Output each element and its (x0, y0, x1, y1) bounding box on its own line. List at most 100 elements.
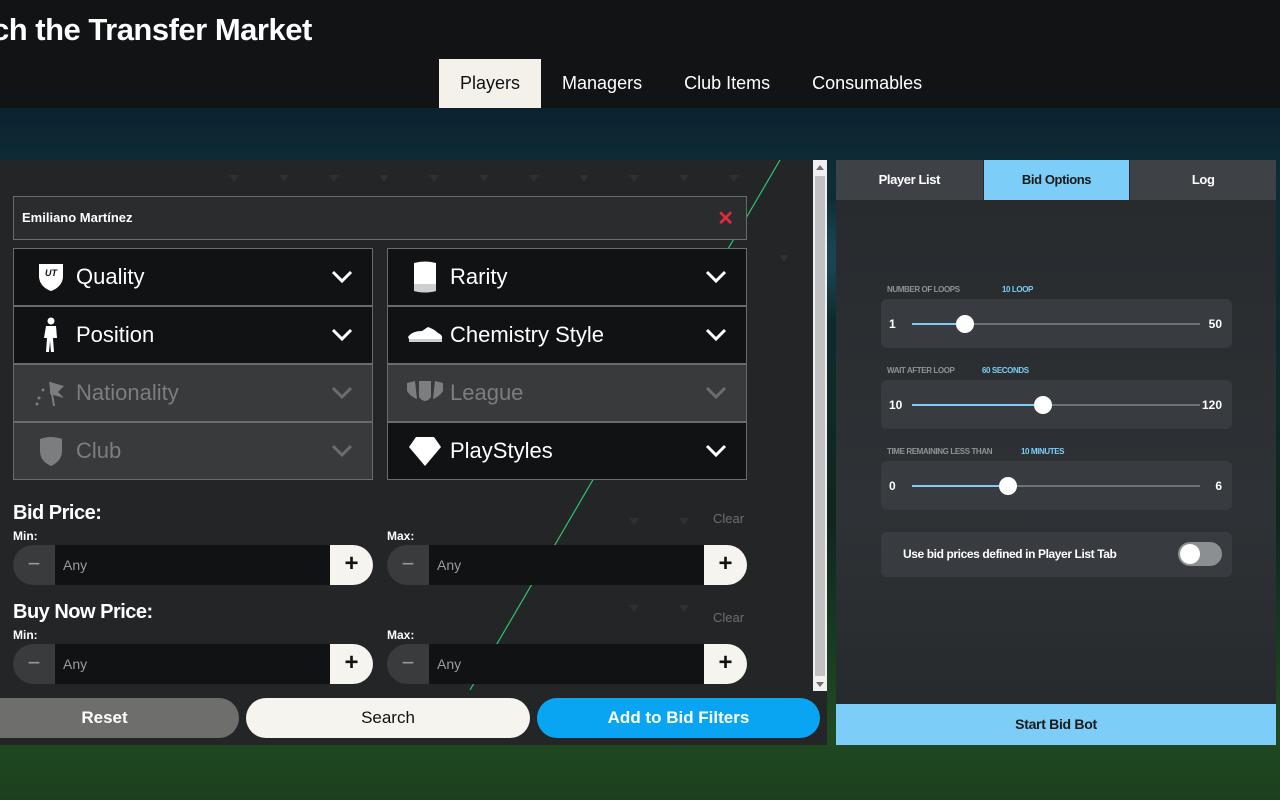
nationality-label: Nationality (76, 380, 179, 405)
top-header: ch the Transfer Market Players Managers … (0, 0, 1280, 108)
slider-min: 10 (889, 398, 903, 412)
slider-thumb[interactable] (999, 477, 1017, 495)
buy-now-max-input[interactable]: Any (437, 656, 461, 672)
position-dropdown[interactable]: Position (13, 306, 373, 364)
use-bid-prices-label: Use bid prices defined in Player List Ta… (903, 547, 1117, 561)
slider-min: 1 (889, 317, 896, 331)
decrement-button[interactable]: − (387, 644, 429, 684)
rarity-dropdown[interactable]: Rarity (387, 248, 747, 306)
bid-max-stepper: − Any + (387, 545, 747, 585)
increment-button[interactable]: + (704, 545, 747, 585)
time-remaining-slider-label: Time remaining less than (887, 447, 993, 456)
bid-min-input[interactable]: Any (63, 557, 87, 573)
tab-managers[interactable]: Managers (541, 59, 663, 108)
league-label: League (450, 380, 524, 405)
boot-icon (400, 315, 450, 355)
club-label: Club (76, 438, 122, 463)
search-button[interactable]: Search (246, 698, 530, 738)
rarity-label: Rarity (450, 264, 508, 289)
slider-max: 120 (1201, 398, 1222, 412)
increment-button[interactable]: + (330, 545, 373, 585)
buy-now-price-title: Buy Now Price: (13, 601, 153, 623)
slider-thumb[interactable] (1033, 396, 1052, 414)
rarity-card-icon (400, 257, 450, 297)
time-remaining-slider: 0 6 (881, 461, 1232, 510)
slider-thumb[interactable] (955, 315, 974, 333)
increment-button[interactable]: + (704, 644, 747, 684)
toggle-knob (1180, 544, 1200, 564)
bid-price-clear-link[interactable]: Clear (713, 511, 744, 526)
chemistry-style-dropdown[interactable]: Chemistry Style (387, 306, 747, 364)
slider-fill (912, 404, 1043, 406)
quality-dropdown[interactable]: UT Quality (13, 248, 373, 306)
slider-track[interactable] (912, 477, 1200, 495)
use-bid-prices-setting: Use bid prices defined in Player List Ta… (881, 532, 1232, 577)
chemistry-style-label: Chemistry Style (450, 322, 605, 347)
quality-badge-icon: UT (26, 257, 76, 297)
bid-min-label: Min: (13, 529, 38, 543)
position-label: Position (76, 322, 155, 347)
decrement-button[interactable]: − (13, 545, 55, 585)
buy-now-max-label: Max: (387, 628, 415, 642)
diamond-icon (400, 431, 450, 471)
increment-button[interactable]: + (330, 644, 373, 684)
slider-track[interactable] (912, 396, 1200, 414)
buy-now-min-stepper: − Any + (13, 644, 373, 684)
tab-club-items[interactable]: Club Items (663, 59, 791, 108)
slider-track[interactable] (912, 315, 1200, 333)
buy-now-min-input[interactable]: Any (63, 656, 87, 672)
svg-text:UT: UT (45, 268, 58, 278)
scroll-up-arrow-icon[interactable] (816, 165, 824, 170)
slider-max: 50 (1208, 317, 1222, 331)
panel-scrollbar[interactable] (813, 160, 827, 691)
chevron-down-icon (705, 328, 727, 342)
decrement-button[interactable]: − (13, 644, 55, 684)
tab-log[interactable]: Log (1129, 160, 1277, 200)
tab-bid-options[interactable]: Bid Options (982, 160, 1130, 200)
tab-consumables[interactable]: Consumables (791, 59, 943, 108)
chevron-down-icon (331, 386, 353, 400)
decrement-button[interactable]: − (387, 545, 429, 585)
club-dropdown: Club (13, 422, 373, 480)
add-to-bid-filters-button[interactable]: Add to Bid Filters (537, 698, 820, 738)
wait-slider-value: 60 seconds (982, 366, 1029, 375)
chevron-down-icon (331, 444, 353, 458)
buy-now-max-stepper: − Any + (387, 644, 747, 684)
page-title: ch the Transfer Market (0, 12, 312, 47)
bid-max-label: Max: (387, 529, 415, 543)
scrollbar-thumb[interactable] (815, 176, 825, 676)
bot-panel-tabs: Player List Bid Options Log (836, 160, 1277, 200)
chevron-down-icon (705, 386, 727, 400)
bid-price-title: Bid Price: (13, 502, 102, 524)
bid-max-input[interactable]: Any (437, 557, 461, 573)
league-shield-icon (400, 373, 450, 413)
time-remaining-slider-value: 10 minutes (1021, 447, 1065, 456)
start-bid-bot-button[interactable]: Start Bid Bot (836, 704, 1276, 745)
tab-players[interactable]: Players (439, 59, 542, 108)
playstyles-dropdown[interactable]: PlayStyles (387, 422, 747, 480)
buy-now-min-label: Min: (13, 628, 38, 642)
wait-slider-label: Wait after loop (887, 366, 955, 375)
market-tabs: Players Managers Club Items Consumables (439, 59, 943, 108)
bid-min-stepper: − Any + (13, 545, 373, 585)
loops-slider-value: 10 loop (1002, 285, 1033, 294)
player-name-search-field[interactable]: Emiliano Martínez ✕ (13, 196, 747, 240)
flag-icon (26, 373, 76, 413)
wait-slider: 10 120 (881, 380, 1232, 429)
chevron-down-icon (705, 270, 727, 284)
loops-slider: 1 50 (881, 299, 1232, 348)
quality-label: Quality (76, 264, 145, 289)
reset-button[interactable]: Reset (0, 698, 239, 738)
player-name-value: Emiliano Martínez (22, 210, 133, 225)
league-dropdown: League (387, 364, 747, 422)
playstyles-label: PlayStyles (450, 438, 553, 463)
slider-min: 0 (889, 479, 896, 493)
slider-max: 6 (1215, 479, 1222, 493)
close-icon[interactable]: ✕ (717, 206, 734, 231)
use-bid-prices-toggle[interactable] (1178, 542, 1222, 566)
buy-now-clear-link[interactable]: Clear (713, 610, 744, 625)
scroll-down-arrow-icon[interactable] (816, 682, 824, 687)
club-crest-icon (26, 431, 76, 471)
tab-player-list[interactable]: Player List (836, 160, 983, 200)
loops-slider-label: Number of loops (887, 285, 960, 294)
